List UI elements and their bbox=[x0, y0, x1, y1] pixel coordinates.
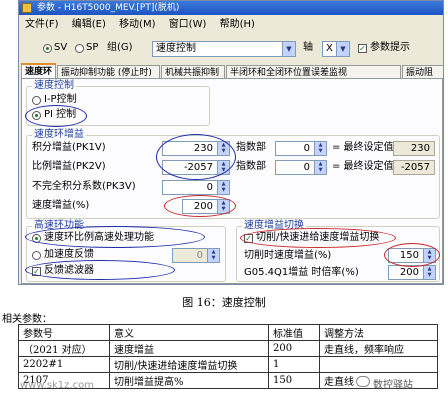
tab-vibration-stop[interactable]: 振动抑制功能 (停止时) bbox=[57, 65, 160, 79]
proportional-exp-input[interactable]: 0 ▲ ▼ bbox=[275, 160, 327, 175]
g05-gain-input[interactable]: 200 ▲ ▼ bbox=[388, 265, 436, 280]
table-row: （2021 对应） 速度增益 200 走直线，频率响应 bbox=[18, 340, 438, 357]
tab-vibration-other[interactable]: 振动阻 bbox=[402, 65, 443, 79]
chevron-down-icon[interactable]: ▼ bbox=[336, 42, 349, 56]
table-cell bbox=[319, 356, 438, 373]
toolbar: SV SP 组(G) 速度控制 ▼ 轴 X ▼ ✓ 参数提示 bbox=[19, 35, 443, 59]
imperfect-integral-input[interactable]: 0 ▲ ▼ bbox=[162, 180, 230, 195]
annotation-ellipse-gains bbox=[156, 134, 236, 180]
watermark-brand: 数控驿站 bbox=[373, 380, 413, 391]
accel-feedback-value: 0 bbox=[196, 250, 203, 261]
group-select[interactable]: 速度控制 ▼ bbox=[152, 41, 296, 57]
imperfect-integral-value: 0 bbox=[206, 182, 213, 193]
axis-select-value: X bbox=[326, 43, 333, 54]
proportional-result-field: -2057 bbox=[393, 160, 435, 175]
spinner-arrows-icon[interactable]: ▲ ▼ bbox=[314, 161, 326, 174]
table-cell: 切削/快速进给速度增益切换 bbox=[109, 356, 269, 373]
title-bar: 参数 - H16T5000_MEV.[PT](脱机) bbox=[19, 1, 443, 15]
sv-radio[interactable] bbox=[43, 44, 52, 53]
table-header: 标准值 bbox=[268, 324, 320, 341]
imperfect-integral-label: 不完全积分系数(PK3V) bbox=[32, 181, 136, 192]
group-select-value: 速度控制 bbox=[156, 43, 196, 54]
annotation-ellipse-cut-gain bbox=[384, 243, 440, 267]
integral-result-label: = 最终设定值 bbox=[332, 142, 394, 153]
speed-gain-title: 速度环增益 bbox=[32, 129, 86, 140]
table-cell: （2021 对应） bbox=[18, 340, 110, 357]
cut-gain-label: 切削时速度增益(%) bbox=[244, 250, 332, 261]
chevron-down-icon[interactable]: ▼ bbox=[282, 42, 295, 56]
window-title: 参数 - H16T5000_MEV.[PT](脱机) bbox=[37, 3, 180, 13]
spinner-arrows-icon[interactable]: ▲ ▼ bbox=[217, 181, 229, 194]
menu-edit[interactable]: 编辑(E) bbox=[72, 15, 106, 34]
params-window: 参数 - H16T5000_MEV.[PT](脱机) 文件(F) 编辑(E) 移… bbox=[18, 0, 444, 285]
hint-checkbox[interactable]: ✓ bbox=[358, 44, 367, 53]
sp-radio[interactable] bbox=[75, 44, 84, 53]
speed-gain-label: 速度增益(%) bbox=[32, 200, 90, 211]
figure-caption: 图 16：速度控制 bbox=[182, 296, 266, 309]
watermark-site: www.sk1z.com bbox=[20, 380, 94, 391]
params-heading: 相关参数： bbox=[2, 314, 52, 325]
spinner-arrows-icon[interactable]: ▲ ▼ bbox=[207, 249, 219, 262]
proportional-result-value: -2057 bbox=[400, 162, 430, 173]
table-cell: 1 bbox=[268, 356, 320, 373]
table-header: 意义 bbox=[109, 324, 269, 341]
table-row: 2202#1 切削/快速进给速度增益切换 1 bbox=[18, 356, 438, 373]
integral-exp-label: 指数部 bbox=[236, 142, 266, 153]
table-cell: 200 bbox=[268, 340, 320, 357]
sp-label: SP bbox=[86, 42, 99, 53]
proportional-exp-label: 指数部 bbox=[236, 161, 266, 172]
table-cell: 150 bbox=[268, 372, 320, 389]
app-icon bbox=[22, 3, 32, 13]
sv-label: SV bbox=[54, 42, 68, 53]
accel-feedback-input[interactable]: 0 ▲ ▼ bbox=[172, 248, 220, 263]
spinner-arrows-icon[interactable]: ▲ ▼ bbox=[314, 142, 326, 155]
annotation-ellipse-pi bbox=[25, 105, 87, 127]
tab-resonance[interactable]: 机械共振抑制 bbox=[161, 65, 225, 79]
proportional-result-label: = 最终设定值 bbox=[332, 161, 394, 172]
speed-control-title: 速度控制 bbox=[32, 80, 76, 91]
accel-feedback-radio[interactable] bbox=[32, 251, 41, 260]
table-cell: 2202#1 bbox=[18, 356, 110, 373]
integral-exp-input[interactable]: 0 ▲ ▼ bbox=[275, 141, 327, 156]
annotation-ellipse-speed-gain bbox=[164, 195, 236, 217]
table-cell: 走直线，频率响应 bbox=[319, 340, 438, 357]
proportional-exp-value: 0 bbox=[303, 162, 310, 173]
table-cell: 切削增益提高% bbox=[109, 372, 269, 389]
integral-exp-value: 0 bbox=[303, 143, 310, 154]
menu-move[interactable]: 移动(M) bbox=[119, 15, 155, 34]
ip-control-radio[interactable] bbox=[32, 96, 41, 105]
menu-file[interactable]: 文件(F) bbox=[25, 15, 59, 34]
g05-gain-value: 200 bbox=[399, 267, 419, 278]
hint-label: 参数提示 bbox=[370, 42, 410, 53]
table-header: 调整方法 bbox=[319, 324, 438, 341]
group-label: 组(G) bbox=[107, 42, 133, 53]
menu-window[interactable]: 窗口(W) bbox=[169, 15, 207, 34]
tab-speed-loop[interactable]: 速度环 bbox=[21, 63, 56, 79]
tab-strip: 速度环 振动抑制功能 (停止时) 机械共振抑制 半闭环和全闭环位置误差监视 振动… bbox=[21, 63, 443, 79]
wechat-icon bbox=[356, 376, 370, 387]
annotation-ellipse-high-speed bbox=[25, 226, 205, 248]
g05-gain-label: G05.4Q1增益 时倍率(%) bbox=[244, 267, 359, 278]
table-cell: 速度增益 bbox=[109, 340, 269, 357]
annotation-ellipse-switch bbox=[240, 228, 396, 248]
proportional-gain-label: 比例增益(PK2V) bbox=[32, 161, 106, 172]
axis-select[interactable]: X ▼ bbox=[322, 41, 350, 57]
integral-gain-label: 积分增益(PK1V) bbox=[32, 142, 106, 153]
tab-position-error[interactable]: 半闭环和全闭环位置误差监视 bbox=[226, 65, 401, 79]
axis-label: 轴 bbox=[303, 42, 313, 53]
annotation-ellipse-filter bbox=[25, 260, 175, 280]
integral-result-value: 230 bbox=[410, 143, 430, 154]
menu-bar: 文件(F) 编辑(E) 移动(M) 窗口(W) 帮助(H) bbox=[19, 15, 443, 34]
table-header-row: 参数号 意义 标准值 调整方法 bbox=[18, 324, 438, 341]
table-header: 参数号 bbox=[18, 324, 110, 341]
integral-result-field: 230 bbox=[393, 141, 435, 156]
speed-loop-panel: 速度控制 I-P控制 PI 控制 速度环增益 积分增益(PK1V) 230 ▲ ▼… bbox=[21, 78, 443, 284]
menu-help[interactable]: 帮助(H) bbox=[220, 15, 255, 34]
spinner-arrows-icon[interactable]: ▲ ▼ bbox=[423, 266, 435, 279]
